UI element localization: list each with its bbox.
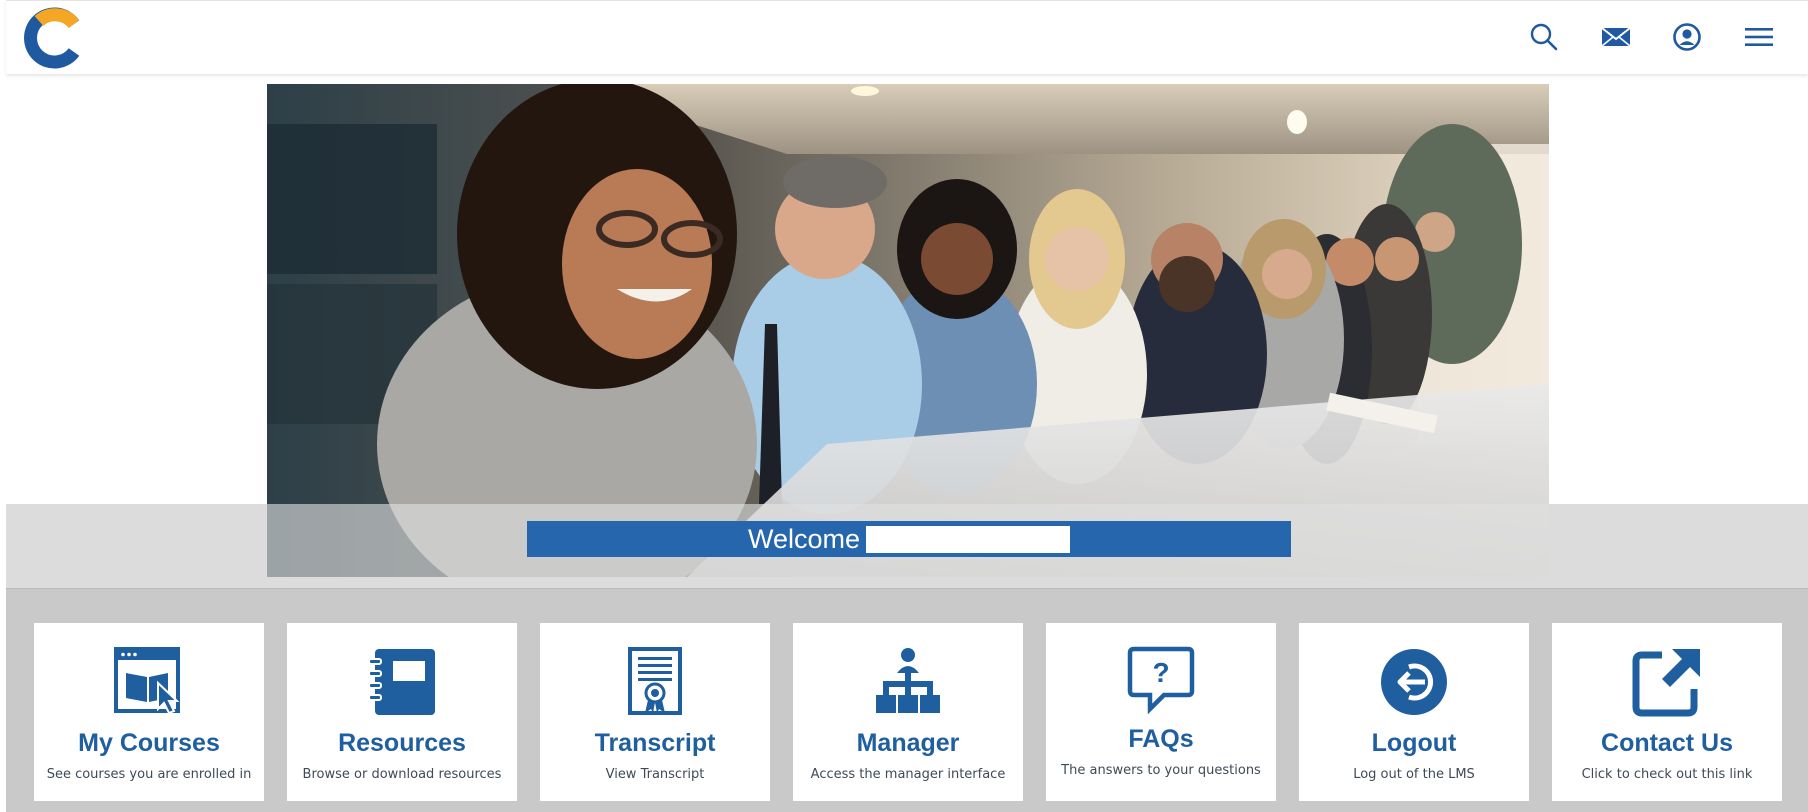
tile-logout[interactable]: Logout Log out of the LMS	[1299, 623, 1529, 801]
lms-home-page: Welcome My Courses See courses you are e…	[0, 0, 1808, 812]
profile-icon	[1673, 23, 1701, 51]
svg-text:?: ?	[1152, 657, 1169, 688]
tile-subtitle: View Transcript	[605, 767, 705, 782]
tile-subtitle: See courses you are enrolled in	[46, 767, 252, 782]
hero-image	[267, 84, 1549, 577]
user-name-field	[866, 525, 1071, 553]
logout-icon	[1381, 649, 1447, 715]
tile-subtitle: The answers to your questions	[1061, 763, 1261, 778]
tile-title: Contact Us	[1601, 729, 1733, 757]
tile-subtitle: Access the manager interface	[810, 767, 1006, 782]
tile-title: Resources	[338, 729, 466, 757]
tile-transcript[interactable]: Transcript View Transcript	[540, 623, 770, 801]
welcome-label: Welcome	[747, 524, 861, 554]
search-icon	[1530, 23, 1558, 51]
external-link-icon	[1632, 649, 1700, 717]
tile-subtitle: Log out of the LMS	[1353, 767, 1475, 782]
search-button[interactable]	[1526, 19, 1562, 55]
notebook-icon	[368, 649, 435, 715]
messages-button[interactable]	[1598, 19, 1634, 55]
menu-icon	[1745, 28, 1773, 46]
tile-manager[interactable]: Manager Access the manager interface	[793, 623, 1023, 801]
tile-title: My Courses	[78, 729, 220, 757]
mail-icon	[1601, 27, 1631, 47]
courses-icon	[114, 647, 180, 715]
certificate-icon	[628, 647, 682, 715]
tile-contact-us[interactable]: Contact Us Click to check out this link	[1552, 623, 1782, 801]
tile-resources[interactable]: Resources Browse or download resources	[287, 623, 517, 801]
tile-title: Logout	[1371, 729, 1457, 757]
tile-title: Transcript	[594, 729, 716, 757]
question-bubble-icon: ?	[1127, 646, 1195, 715]
tile-subtitle: Browse or download resources	[302, 767, 502, 782]
tile-subtitle: Click to check out this link	[1581, 767, 1753, 782]
c-logo-icon[interactable]	[22, 6, 86, 70]
tile-title: FAQs	[1128, 725, 1194, 753]
org-chart-icon	[876, 648, 940, 713]
profile-button[interactable]	[1669, 19, 1705, 55]
menu-button[interactable]	[1741, 19, 1777, 55]
tile-title: Manager	[856, 729, 960, 757]
tile-faqs[interactable]: ? FAQs The answers to your questions	[1046, 623, 1276, 801]
welcome-banner: Welcome	[527, 521, 1291, 557]
tile-my-courses[interactable]: My Courses See courses you are enrolled …	[34, 623, 264, 801]
top-header	[6, 0, 1808, 74]
